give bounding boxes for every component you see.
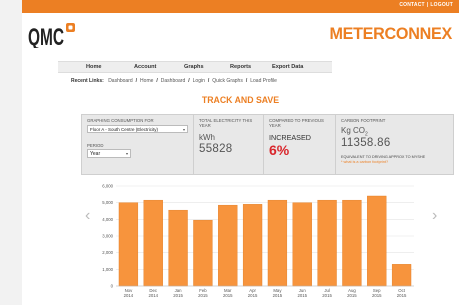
contact-link[interactable]: CONTACT xyxy=(399,2,424,8)
qmc-logo-mark-icon xyxy=(66,23,75,32)
y-tick-label: 2,000 xyxy=(102,250,113,255)
compared-percent: 6% xyxy=(269,142,290,158)
bar xyxy=(143,199,163,287)
x-tick-label: 2015 xyxy=(347,293,357,298)
meter-select-value: Floor A - South Centre (Electricity) xyxy=(90,127,159,132)
separator: | xyxy=(426,2,429,8)
x-tick-label: 2015 xyxy=(273,293,283,298)
nav-graphs[interactable]: Graphs xyxy=(184,64,204,70)
meter-select[interactable]: Floor A - South Centre (Electricity) ▾ xyxy=(87,125,188,133)
compared-status: INCREASED xyxy=(269,133,311,142)
x-tick-label: 2015 xyxy=(173,293,183,298)
logo-text: QMC xyxy=(28,24,64,48)
chevron-down-icon: ▾ xyxy=(182,127,185,132)
x-tick-label: 2015 xyxy=(248,293,258,298)
total-column: TOTAL ELECTRICITY THIS YEAR kWh 55828 xyxy=(194,115,264,174)
period-select[interactable]: Year ▾ xyxy=(87,149,131,158)
y-tick-label: 4,000 xyxy=(102,217,113,222)
carbon-footprint-link[interactable]: * what is a carbon footprint? xyxy=(341,160,388,164)
y-tick-label: 3,000 xyxy=(102,234,113,239)
recent-link[interactable]: Dashboard xyxy=(161,78,185,84)
x-tick-label: 2014 xyxy=(124,293,134,298)
x-tick-label: 2015 xyxy=(372,293,382,298)
meterconnex-logo[interactable]: METERCONNEX xyxy=(330,24,453,44)
carbon-column: CARBON FOOTPRINT Kg CO2 11358.86 EQUIVAL… xyxy=(336,115,453,174)
bar xyxy=(342,199,362,287)
y-tick-label: 0 xyxy=(111,284,114,289)
recent-link[interactable]: Login xyxy=(193,78,205,84)
carbon-label: CARBON FOOTPRINT xyxy=(341,118,386,123)
x-tick-label: 2015 xyxy=(297,293,307,298)
qmc-logo[interactable]: QMC xyxy=(28,22,80,48)
recent-link[interactable]: Quick Graphs xyxy=(212,78,243,84)
x-tick-label: 2014 xyxy=(148,293,158,298)
page-title: TRACK AND SAVE xyxy=(201,95,280,106)
logout-link[interactable]: LOGOUT xyxy=(430,2,453,8)
recent-links: Recent Links: Dashboard / Home / Dashboard / L… xyxy=(71,78,277,84)
equivalent-label: EQUIVALENT TO DRIVING APPROX TO MYSHE xyxy=(341,155,426,159)
x-tick-label: 2015 xyxy=(397,293,407,298)
chevron-down-icon: ▾ xyxy=(125,151,128,156)
bar xyxy=(193,219,213,287)
carbon-value: 11358.86 xyxy=(341,137,391,149)
period-select-value: Year xyxy=(90,151,101,157)
graphing-column: GRAPHING CONSUMPTION FOR Floor A - South… xyxy=(82,115,194,174)
bar xyxy=(242,204,263,287)
bar xyxy=(292,202,312,287)
period-label: PERIOD xyxy=(87,143,104,148)
y-tick-label: 6,000 xyxy=(102,184,113,189)
carbon-unit: Kg CO2 xyxy=(341,126,368,138)
recent-label: Recent Links: xyxy=(71,78,104,84)
nav-account[interactable]: Account xyxy=(134,64,156,70)
x-tick-label: 2015 xyxy=(223,293,233,298)
compared-label: COMPARED TO PREVIOUS YEAR xyxy=(269,118,324,128)
y-tick-label: 1,000 xyxy=(102,267,113,272)
summary-panel: GRAPHING CONSUMPTION FOR Floor A - South… xyxy=(81,114,454,175)
total-value: 55828 xyxy=(199,143,233,155)
bar xyxy=(118,202,139,287)
recent-link[interactable]: Home xyxy=(140,78,153,84)
total-unit: kWh xyxy=(199,133,215,142)
carbon-unit-text: Kg CO xyxy=(341,126,366,135)
x-tick-label: 2015 xyxy=(322,293,332,298)
recent-link[interactable]: Load Profile xyxy=(250,78,277,84)
page: CONTACT | LOGOUT QMC METERCONNEX Home Acco… xyxy=(22,0,459,305)
top-links: CONTACT | LOGOUT xyxy=(399,2,453,8)
main-nav: Home Account Graphs Reports Export Data xyxy=(58,61,332,73)
x-tick-label: 2015 xyxy=(198,293,208,298)
nav-home[interactable]: Home xyxy=(86,64,102,70)
bar xyxy=(391,264,412,287)
bar xyxy=(168,209,188,287)
total-label: TOTAL ELECTRICITY THIS YEAR xyxy=(199,118,253,128)
graphing-label: GRAPHING CONSUMPTION FOR xyxy=(87,118,154,123)
bar xyxy=(267,199,288,287)
bar xyxy=(317,199,337,287)
bar xyxy=(218,204,238,287)
top-bar: CONTACT | LOGOUT xyxy=(22,0,459,13)
consumption-chart: 01,0002,0003,0004,0005,0006,000Nov2014De… xyxy=(102,184,414,298)
nav-export-data[interactable]: Export Data xyxy=(272,64,303,70)
nav-reports[interactable]: Reports xyxy=(230,64,251,70)
bar xyxy=(367,195,387,287)
recent-link[interactable]: Dashboard xyxy=(108,78,132,84)
compared-column: COMPARED TO PREVIOUS YEAR INCREASED 6% xyxy=(264,115,336,174)
y-tick-label: 5,000 xyxy=(102,200,113,205)
chevron-right-icon[interactable]: › xyxy=(432,208,437,224)
